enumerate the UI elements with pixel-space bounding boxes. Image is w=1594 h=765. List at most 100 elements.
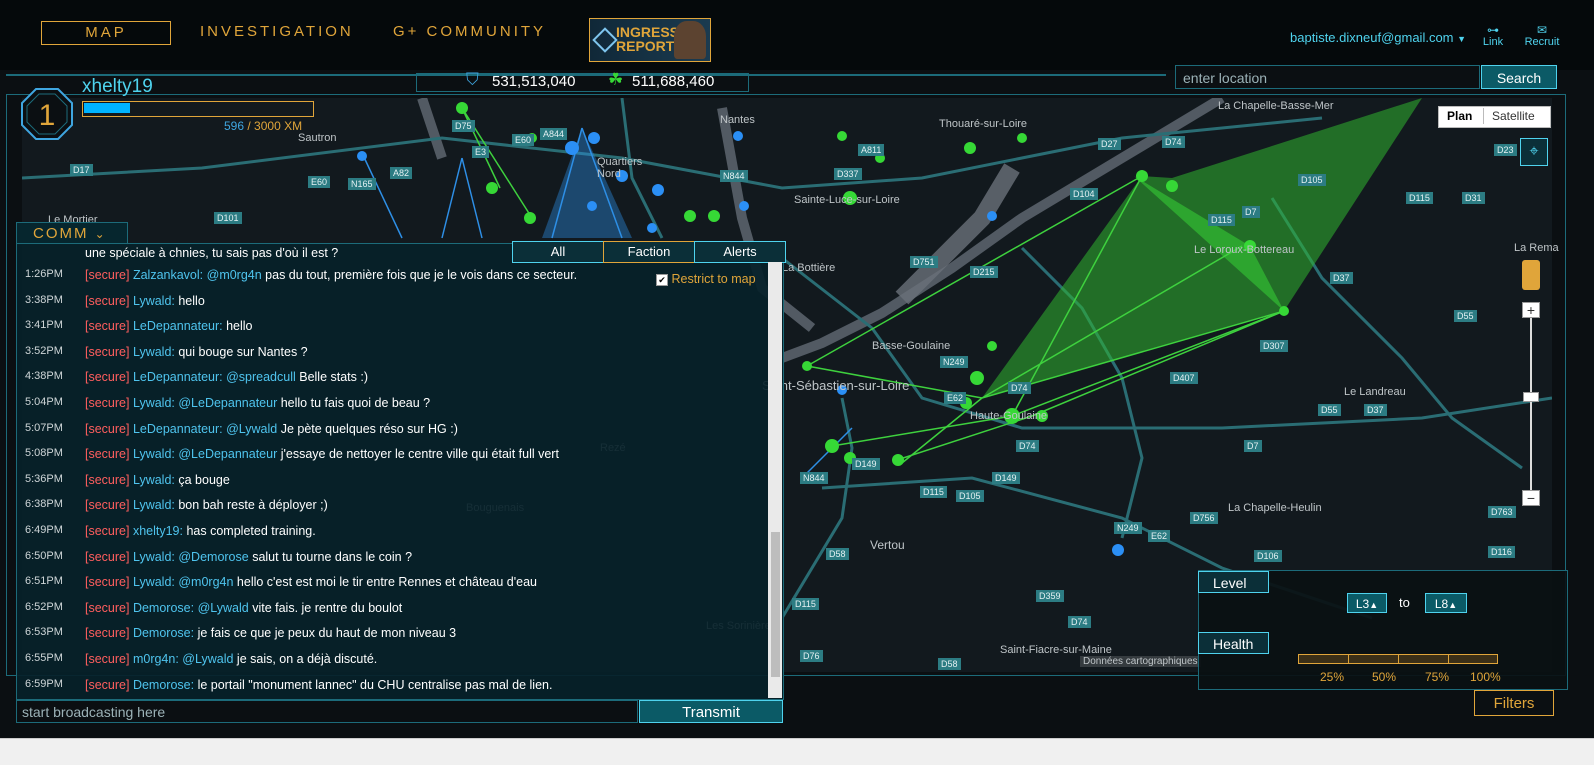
- zoom-in-button[interactable]: +: [1522, 302, 1540, 318]
- ingress-report-banner[interactable]: INGRESS REPORT: [589, 18, 711, 62]
- message-time: 6:55PM: [25, 652, 63, 664]
- health-slider[interactable]: [1298, 654, 1498, 664]
- recruit-button[interactable]: ✉ Recruit: [1520, 24, 1564, 48]
- zoom-handle[interactable]: [1523, 392, 1539, 402]
- comm-message: 3:38PM [secure] Lywald: hello: [22, 294, 767, 314]
- mention-link[interactable]: @m0rg4n: [207, 268, 262, 282]
- health-filter-label: Health: [1198, 632, 1269, 654]
- secure-tag: [secure]: [85, 677, 130, 692]
- message-text: hello: [178, 293, 205, 308]
- level-range-to: to: [1399, 595, 1410, 610]
- zoom-out-button[interactable]: −: [1522, 490, 1540, 506]
- crosshair-icon: ⌖: [1529, 143, 1539, 160]
- agent-name-link[interactable]: LeDepannateur:: [133, 370, 223, 384]
- search-button[interactable]: Search: [1481, 65, 1557, 89]
- health-mark-75: 75%: [1425, 670, 1450, 684]
- broadcast-input[interactable]: start broadcasting here: [16, 700, 638, 723]
- message-time: 5:08PM: [25, 447, 63, 460]
- agent-name-link[interactable]: Lywald:: [133, 447, 175, 461]
- comm-message: 6:55PM [secure] m0rg4n: @Lywald je sais, …: [22, 652, 767, 672]
- resistance-score: 531,513,040: [492, 73, 576, 90]
- enlightened-faction-icon: ☘: [608, 70, 624, 89]
- secure-tag: [secure]: [85, 268, 130, 282]
- message-text: Je pète quelques réso sur HG :): [277, 421, 458, 436]
- restrict-to-map-checkbox[interactable]: ✔ Restrict to map: [656, 272, 756, 286]
- message-text: Belle stats :): [295, 370, 369, 385]
- comm-scrollbar-thumb[interactable]: [771, 532, 780, 677]
- message-time: 4:38PM: [25, 370, 63, 383]
- agent-name-link[interactable]: LeDepannateur:: [133, 422, 223, 436]
- nav-community-button[interactable]: G+ COMMUNITY: [392, 21, 547, 43]
- health-mark-50: 50%: [1372, 670, 1397, 684]
- ingress-logo-icon: [592, 27, 618, 53]
- comm-message-list[interactable]: une spéciale à chnies, tu sais pas d'où …: [22, 246, 767, 698]
- message-text: hello: [226, 319, 253, 334]
- mention-link[interactable]: @m0rg4n: [178, 575, 233, 589]
- agent-name-link[interactable]: xhelty19:: [133, 524, 183, 538]
- message-body: [secure] Lywald: ça bouge: [85, 473, 230, 487]
- nav-map-button[interactable]: MAP: [41, 21, 171, 45]
- pegman-icon[interactable]: [1522, 260, 1540, 290]
- health-mark-100: 100%: [1470, 670, 1501, 684]
- transmit-button[interactable]: Transmit: [639, 700, 783, 723]
- link-button[interactable]: ⊶ Link: [1478, 24, 1508, 48]
- message-text: je fais ce que je peux du haut de mon ni…: [197, 626, 457, 641]
- browser-horizontal-scrollbar[interactable]: [0, 738, 1594, 765]
- comm-partial-message: une spéciale à chnies, tu sais pas d'où …: [85, 246, 339, 260]
- comm-message: 6:51PM [secure] Lywald: @m0rg4n hello c'e…: [22, 575, 767, 595]
- secure-tag: [secure]: [85, 396, 130, 410]
- message-time: 6:49PM: [25, 524, 63, 536]
- map-type-satellite-button[interactable]: Satellite: [1492, 109, 1535, 123]
- message-time: 6:53PM: [25, 626, 63, 639]
- mention-link[interactable]: @LeDepannateur: [178, 447, 277, 461]
- account-email: baptiste.dixneuf@gmail.com: [1290, 30, 1454, 45]
- agent-name-link[interactable]: Demorose:: [133, 626, 194, 640]
- secure-tag: [secure]: [85, 524, 130, 538]
- comm-message: 3:52PM [secure] Lywald: qui bouge sur Nan…: [22, 345, 767, 365]
- comm-toggle-tab[interactable]: COMM ⌄: [16, 222, 128, 245]
- message-body: [secure] LeDepannateur: @Lywald Je pète …: [85, 422, 458, 436]
- message-time: 6:38PM: [25, 498, 63, 511]
- message-text: ça bouge: [178, 472, 230, 487]
- agent-name-link[interactable]: Lywald:: [133, 294, 175, 308]
- map-type-plan-button[interactable]: Plan: [1447, 109, 1472, 123]
- message-time: 5:07PM: [25, 421, 63, 434]
- level-max-select[interactable]: L8▲: [1425, 593, 1467, 613]
- secure-tag: [secure]: [85, 498, 130, 513]
- mention-link[interactable]: @Lywald: [182, 652, 233, 666]
- agent-name-link[interactable]: Zalzankavol:: [133, 268, 203, 282]
- location-search-input[interactable]: enter location: [1175, 65, 1480, 89]
- xp-readout: 596 / 3000 XM: [224, 119, 302, 133]
- level-min-select[interactable]: L3▲: [1347, 593, 1387, 613]
- comm-message: 6:59PM [secure] Demorose: le portail "mon…: [22, 678, 767, 698]
- locate-me-button[interactable]: ⌖: [1520, 138, 1548, 166]
- comm-message: 5:08PM [secure] Lywald: @LeDepannateur j'…: [22, 447, 767, 467]
- secure-tag: [secure]: [85, 472, 130, 487]
- mention-link[interactable]: @Lywald: [198, 601, 249, 615]
- agent-name-link[interactable]: Lywald:: [133, 473, 175, 487]
- agent-name-link[interactable]: Lywald:: [133, 575, 175, 589]
- mention-link[interactable]: @Lywald: [226, 422, 277, 436]
- agent-name-link[interactable]: LeDepannateur:: [133, 319, 223, 333]
- mention-link[interactable]: @spreadcull: [226, 370, 296, 384]
- nav-investigation-button[interactable]: INVESTIGATION: [200, 21, 351, 43]
- agent-name-link[interactable]: Lywald:: [133, 396, 175, 410]
- agent-name-link[interactable]: Demorose:: [133, 678, 194, 692]
- account-email-dropdown[interactable]: baptiste.dixneuf@gmail.com ▼: [1290, 30, 1466, 45]
- agent-name-link[interactable]: Demorose:: [133, 601, 194, 615]
- agent-name: xhelty19: [82, 76, 153, 97]
- agent-name-link[interactable]: Lywald:: [133, 550, 175, 564]
- mention-link[interactable]: @Demorose: [178, 550, 248, 564]
- mention-link[interactable]: @LeDepannateur: [178, 396, 277, 410]
- comm-message: 6:53PM [secure] Demorose: je fais ce que …: [22, 626, 767, 646]
- restrict-to-map-label: Restrict to map: [671, 272, 756, 286]
- comm-message: 5:04PM [secure] Lywald: @LeDepannateur he…: [22, 396, 767, 416]
- health-mark-25: 25%: [1320, 670, 1345, 684]
- zoom-slider[interactable]: + −: [1522, 302, 1540, 512]
- agent-name-link[interactable]: Lywald:: [133, 345, 175, 359]
- filters-button[interactable]: Filters: [1474, 690, 1554, 716]
- message-body: [secure] Demorose: je fais ce que je peu…: [85, 626, 456, 640]
- message-time: 6:50PM: [25, 549, 63, 562]
- agent-name-link[interactable]: m0rg4n:: [133, 652, 179, 666]
- agent-name-link[interactable]: Lywald:: [133, 498, 175, 512]
